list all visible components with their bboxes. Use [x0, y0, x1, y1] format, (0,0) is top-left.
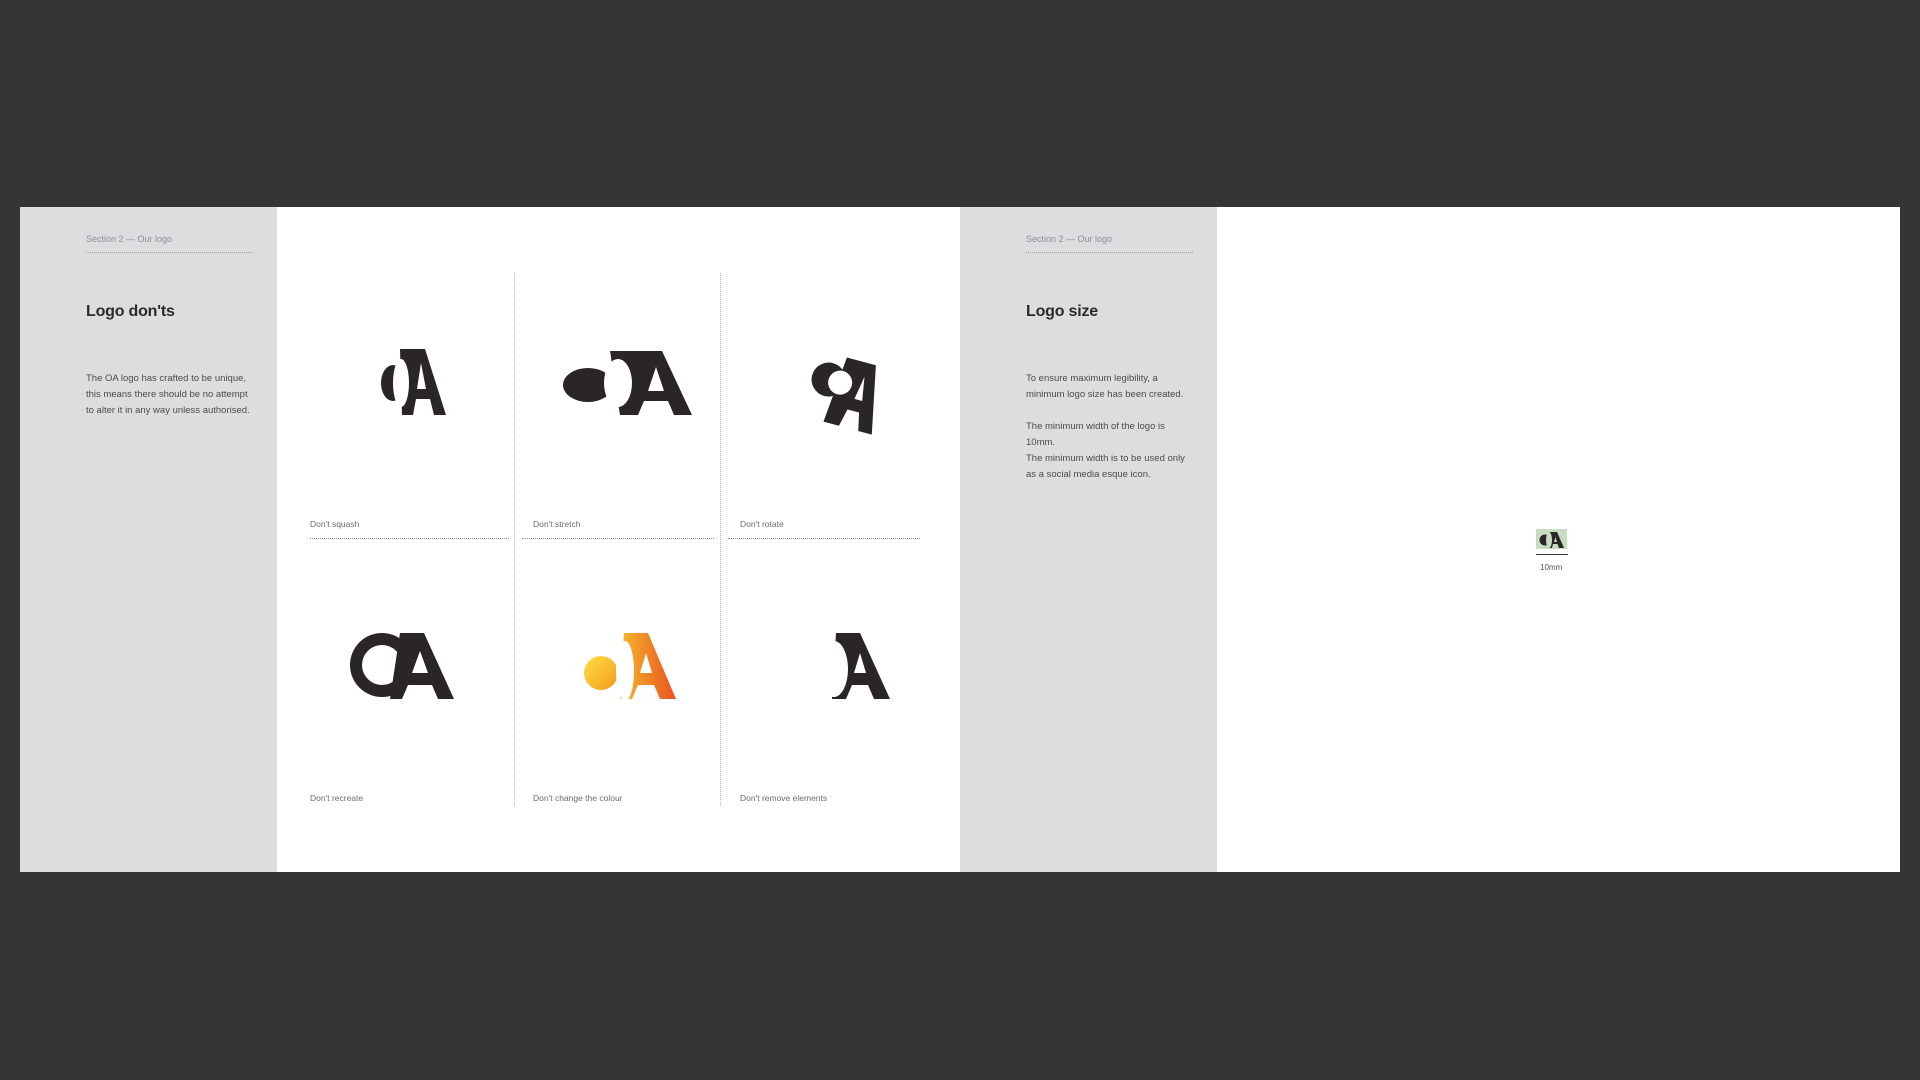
partial-logo [826, 633, 890, 699]
recoloured-logo [584, 633, 676, 701]
grid-divider [522, 538, 714, 539]
section-label: Section 2 — Our logo [1026, 234, 1193, 253]
caption-remove: Don't remove elements [740, 793, 828, 803]
size-paragraph: To ensure maximum legibility, a minimum … [1026, 373, 1184, 400]
recreated-logo [350, 633, 454, 699]
min-size-rule [1536, 554, 1568, 555]
size-paragraph: The minimum width of the logo is 10mm. [1026, 421, 1165, 448]
section-label: Section 2 — Our logo [86, 234, 253, 253]
squashed-logo [381, 349, 446, 415]
caption-stretch: Don't stretch [533, 519, 581, 529]
grid-divider [514, 273, 515, 806]
min-size-logo-box [1536, 529, 1567, 549]
size-paragraph: The minimum width is to be used only as … [1026, 453, 1185, 480]
caption-squash: Don't squash [310, 519, 360, 529]
grid-divider [728, 538, 920, 539]
left-sidebar: Section 2 — Our logo Logo don'ts The OA … [20, 207, 277, 872]
page-title: Logo don'ts [86, 303, 175, 320]
stretched-logo [563, 351, 692, 415]
right-sidebar: Section 2 — Our logo Logo size To ensure… [960, 207, 1217, 872]
caption-rotate: Don't rotate [740, 519, 784, 529]
grid-divider [310, 538, 509, 539]
grid-divider [720, 273, 721, 806]
page-title: Logo size [1026, 303, 1098, 320]
intro-paragraph: The OA logo has crafted to be unique, th… [86, 373, 250, 416]
brand-guidelines-spread: Section 2 — Our logo Logo don'ts The OA … [20, 207, 1900, 872]
min-size-label: 10mm [1540, 563, 1563, 572]
caption-colour: Don't change the colour [533, 793, 623, 803]
rotated-logo [811, 357, 876, 435]
min-size-logo [1539, 532, 1564, 548]
caption-recreate: Don't recreate [310, 793, 364, 803]
